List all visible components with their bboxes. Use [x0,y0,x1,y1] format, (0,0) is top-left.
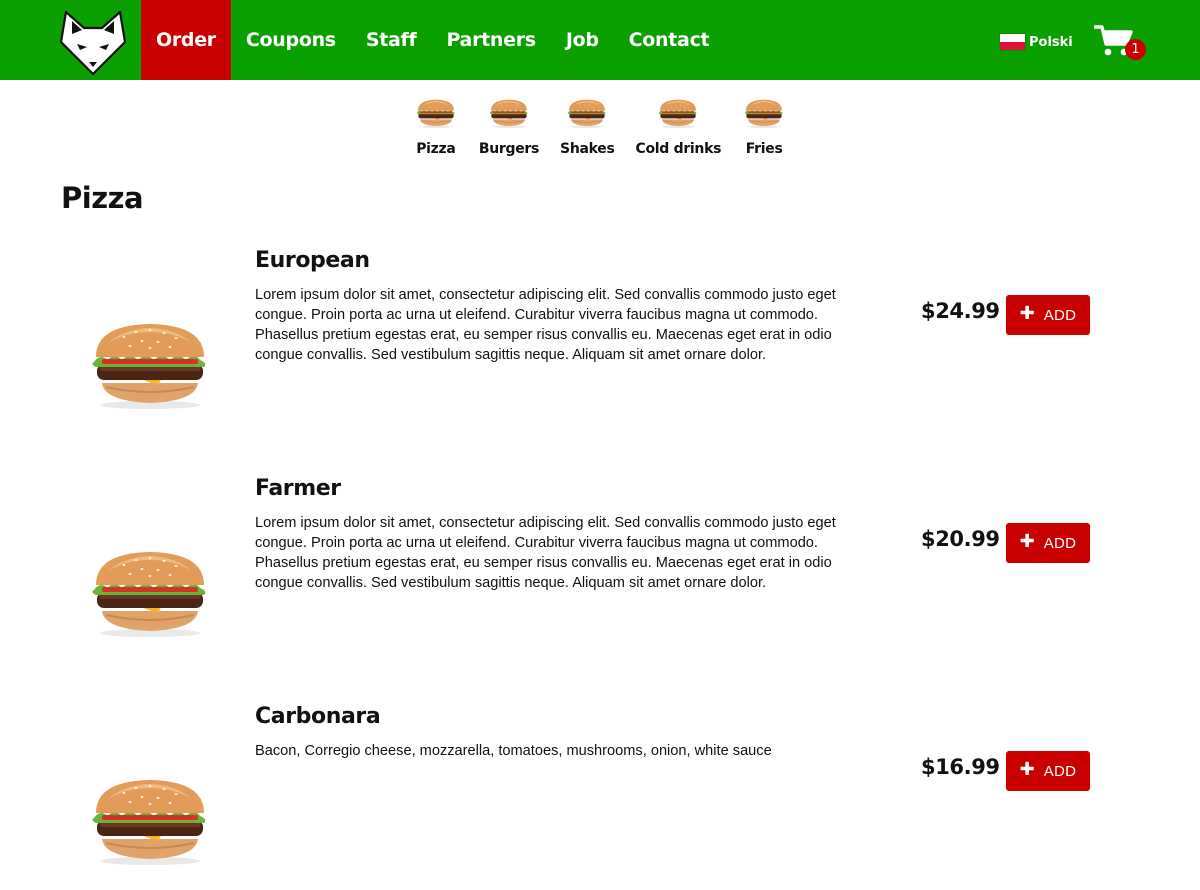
nav-staff[interactable]: Staff [351,0,432,80]
fox-logo-icon[interactable] [58,6,128,76]
add-button-label: ADD [1043,534,1077,552]
category-fries[interactable]: Fries [742,97,786,157]
product-image [91,779,207,866]
main-nav: Order Coupons Staff Partners Job Contact [141,0,724,80]
product-price: $16.99 [921,755,1000,779]
add-button-label: ADD [1043,306,1077,324]
product-description: Lorem ipsum dolor sit amet, consectetur … [255,287,836,363]
section-title: Pizza [61,181,144,215]
plus-icon: ✚ [1019,531,1035,552]
burger-thumb-icon [744,99,783,129]
plus-icon: ✚ [1019,759,1035,780]
cart-button[interactable]: 1 [1094,24,1148,62]
add-button-label: ADD [1043,762,1077,780]
product-price: $24.99 [921,299,1000,323]
category-bar: Pizza Burgers Shakes Cold drinks Fries [0,97,1200,157]
plus-icon: ✚ [1019,303,1035,324]
product-name: European [255,248,370,273]
poland-flag-icon [1000,34,1025,50]
category-cold-drinks[interactable]: Cold drinks [635,97,722,157]
add-to-cart-button[interactable]: ✚ ADD [1006,295,1090,335]
product-description: Lorem ipsum dolor sit amet, consectetur … [255,515,836,591]
category-shakes[interactable]: Shakes [560,97,615,157]
language-label: Polski [1029,34,1073,50]
category-label: Pizza [416,141,456,157]
category-label: Cold drinks [635,141,722,157]
add-to-cart-button[interactable]: ✚ ADD [1006,523,1090,563]
add-to-cart-button[interactable]: ✚ ADD [1006,751,1090,791]
nav-order[interactable]: Order [141,0,231,80]
category-pizza[interactable]: Pizza [414,97,458,157]
product-item: Farmer Lorem ipsum dolor sit amet, conse… [0,476,1200,676]
product-image [91,551,207,638]
nav-partners[interactable]: Partners [431,0,550,80]
product-description: Bacon, Corregio cheese, mozzarella, toma… [255,743,772,759]
nav-coupons[interactable]: Coupons [231,0,351,80]
product-name: Farmer [255,476,341,501]
category-label: Shakes [560,141,615,157]
category-label: Burgers [478,141,540,157]
burger-thumb-icon [658,99,698,129]
product-price: $20.99 [921,527,1000,551]
product-image [91,323,207,410]
product-item: Carbonara Bacon, Corregio cheese, mozzar… [0,704,1200,890]
category-label: Fries [745,141,783,157]
burger-thumb-icon [489,99,528,129]
cart-count-badge: 1 [1125,39,1146,60]
category-burgers[interactable]: Burgers [479,97,539,157]
burger-thumb-icon [416,99,455,129]
product-name: Carbonara [255,704,381,729]
language-switch[interactable]: Polski [1000,34,1073,50]
product-item: European Lorem ipsum dolor sit amet, con… [0,248,1200,448]
burger-thumb-icon [567,99,607,129]
nav-job[interactable]: Job [551,0,614,80]
nav-contact[interactable]: Contact [614,0,725,80]
top-navbar: Order Coupons Staff Partners Job Contact… [0,0,1200,80]
